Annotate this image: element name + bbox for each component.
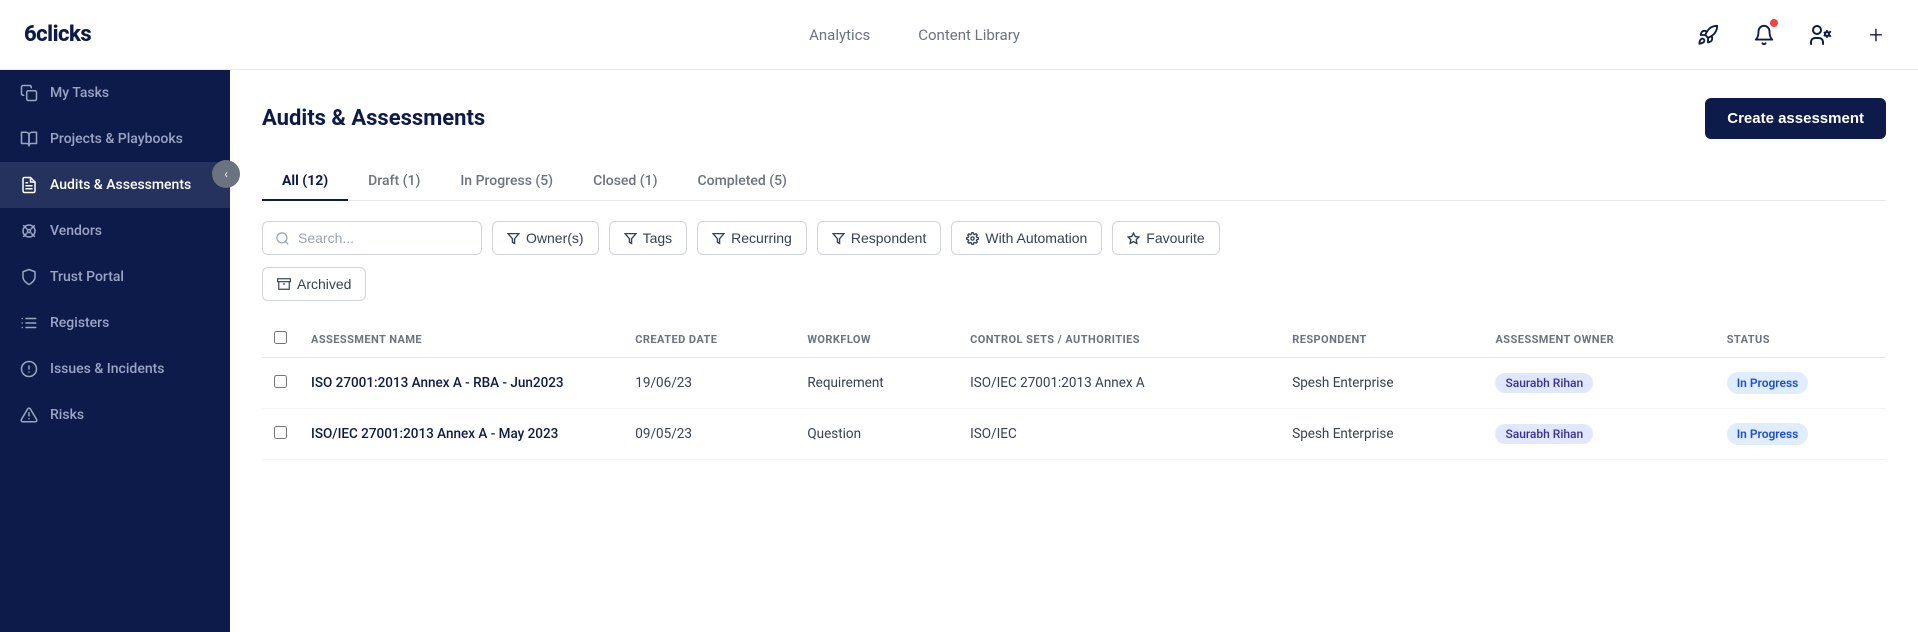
user-settings-icon[interactable]	[1802, 17, 1838, 53]
col-status: Status	[1715, 321, 1886, 358]
table-row: ISO 27001:2013 Annex A - RBA - Jun2023 1…	[262, 358, 1886, 409]
owners-filter-label: Owner(s)	[526, 230, 584, 246]
nav-icons: +	[1690, 17, 1894, 53]
with-automation-filter-label: With Automation	[985, 230, 1087, 246]
logo: 6clicks	[24, 22, 91, 47]
sidebar-label-projects: Projects & Playbooks	[50, 131, 183, 147]
recurring-filter-button[interactable]: Recurring	[697, 221, 807, 255]
sidebar-label-risks: Risks	[50, 407, 84, 423]
sidebar-item-registers[interactable]: Registers	[0, 300, 230, 346]
col-control-sets: Control Sets / Authorities	[958, 321, 1280, 358]
star-icon	[1127, 232, 1140, 245]
row-checkbox[interactable]	[274, 426, 287, 439]
respondent-filter-button[interactable]: Respondent	[817, 221, 942, 255]
col-created-date: Created Date	[623, 321, 795, 358]
create-assessment-button[interactable]: Create assessment	[1705, 98, 1886, 139]
bell-icon[interactable]	[1746, 17, 1782, 53]
cell-status: In Progress	[1715, 358, 1886, 409]
page-header: Audits & Assessments Create assessment	[262, 98, 1886, 139]
cell-workflow: Requirement	[795, 358, 958, 409]
archived-label: Archived	[297, 276, 351, 292]
sidebar-label-vendors: Vendors	[50, 223, 102, 239]
sidebar-label-registers: Registers	[50, 315, 109, 331]
search-icon	[275, 231, 290, 246]
sidebar-collapse-button[interactable]: ‹	[212, 160, 240, 188]
nav-analytics[interactable]: Analytics	[809, 22, 870, 48]
tab-completed[interactable]: Completed (5)	[678, 163, 807, 201]
cell-workflow: Question	[795, 409, 958, 460]
tab-all[interactable]: All (12)	[262, 163, 348, 201]
filter-icon-respondent	[832, 232, 845, 245]
filter-icon-tags	[624, 232, 637, 245]
sidebar-item-risks[interactable]: Risks	[0, 392, 230, 438]
tags-filter-label: Tags	[643, 230, 673, 246]
search-input[interactable]	[298, 230, 438, 246]
gear-icon	[966, 232, 979, 245]
cell-control-sets: ISO/IEC 27001:2013 Annex A	[958, 358, 1280, 409]
tabs-bar: All (12) Draft (1) In Progress (5) Close…	[262, 163, 1886, 201]
recurring-filter-label: Recurring	[731, 230, 792, 246]
table-row: ISO/IEC 27001:2013 Annex A - May 2023 09…	[262, 409, 1886, 460]
owners-filter-button[interactable]: Owner(s)	[492, 221, 599, 255]
archived-filter-button[interactable]: Archived	[262, 267, 366, 301]
sidebar-item-vendors[interactable]: Vendors	[0, 208, 230, 254]
tab-in-progress[interactable]: In Progress (5)	[440, 163, 573, 201]
archive-icon	[277, 277, 291, 291]
assessments-table: Assessment Name Created Date Workflow Co…	[262, 321, 1886, 460]
favourite-filter-label: Favourite	[1146, 230, 1204, 246]
rocket-icon[interactable]	[1690, 17, 1726, 53]
sidebar-item-projects-playbooks[interactable]: Projects & Playbooks	[0, 116, 230, 162]
with-automation-filter-button[interactable]: With Automation	[951, 221, 1102, 255]
cell-created-date: 19/06/23	[623, 358, 795, 409]
cell-respondent: Spesh Enterprise	[1280, 409, 1483, 460]
nav-content-library[interactable]: Content Library	[918, 22, 1020, 48]
sidebar-label-my-tasks: My Tasks	[50, 85, 109, 101]
cell-respondent: Spesh Enterprise	[1280, 358, 1483, 409]
sidebar-label-trust-portal: Trust Portal	[50, 269, 124, 285]
col-assessment-name: Assessment Name	[299, 321, 623, 358]
sidebar-label-issues: Issues & Incidents	[50, 361, 164, 377]
sidebar-item-audits-assessments[interactable]: Audits & Assessments	[0, 162, 230, 208]
main-layout: My Tasks Projects & Playbooks Audits & A…	[0, 70, 1918, 632]
cell-status: In Progress	[1715, 409, 1886, 460]
nav-links: Analytics Content Library	[139, 22, 1690, 48]
content-area: Audits & Assessments Create assessment A…	[230, 70, 1918, 632]
cell-control-sets: ISO/IEC	[958, 409, 1280, 460]
tab-closed[interactable]: Closed (1)	[573, 163, 677, 201]
filter-icon	[507, 232, 520, 245]
page-title: Audits & Assessments	[262, 106, 485, 131]
sidebar-item-trust-portal[interactable]: Trust Portal	[0, 254, 230, 300]
tab-draft[interactable]: Draft (1)	[348, 163, 440, 201]
plus-icon[interactable]: +	[1858, 17, 1894, 53]
select-all-checkbox[interactable]	[274, 331, 287, 344]
cell-assessment-name: ISO 27001:2013 Annex A - RBA - Jun2023	[299, 358, 623, 409]
top-nav: 6clicks Analytics Content Library	[0, 0, 1918, 70]
sidebar-label-audits: Audits & Assessments	[50, 177, 191, 193]
filters-row-2: Archived	[262, 267, 1886, 301]
col-workflow: Workflow	[795, 321, 958, 358]
favourite-filter-button[interactable]: Favourite	[1112, 221, 1219, 255]
cell-assessment-owner: Saurabh Rihan	[1483, 358, 1714, 409]
col-respondent: Respondent	[1280, 321, 1483, 358]
cell-created-date: 09/05/23	[623, 409, 795, 460]
sidebar-item-issues-incidents[interactable]: Issues & Incidents	[0, 346, 230, 392]
sidebar: My Tasks Projects & Playbooks Audits & A…	[0, 70, 230, 632]
tags-filter-button[interactable]: Tags	[609, 221, 688, 255]
cell-assessment-name: ISO/IEC 27001:2013 Annex A - May 2023	[299, 409, 623, 460]
sidebar-item-my-tasks[interactable]: My Tasks	[0, 70, 230, 116]
search-box[interactable]	[262, 221, 482, 255]
col-assessment-owner: Assessment Owner	[1483, 321, 1714, 358]
cell-assessment-owner: Saurabh Rihan	[1483, 409, 1714, 460]
filter-icon-recurring	[712, 232, 725, 245]
row-checkbox[interactable]	[274, 375, 287, 388]
respondent-filter-label: Respondent	[851, 230, 927, 246]
filters-row: Owner(s) Tags Recurring Respondent	[262, 221, 1886, 255]
